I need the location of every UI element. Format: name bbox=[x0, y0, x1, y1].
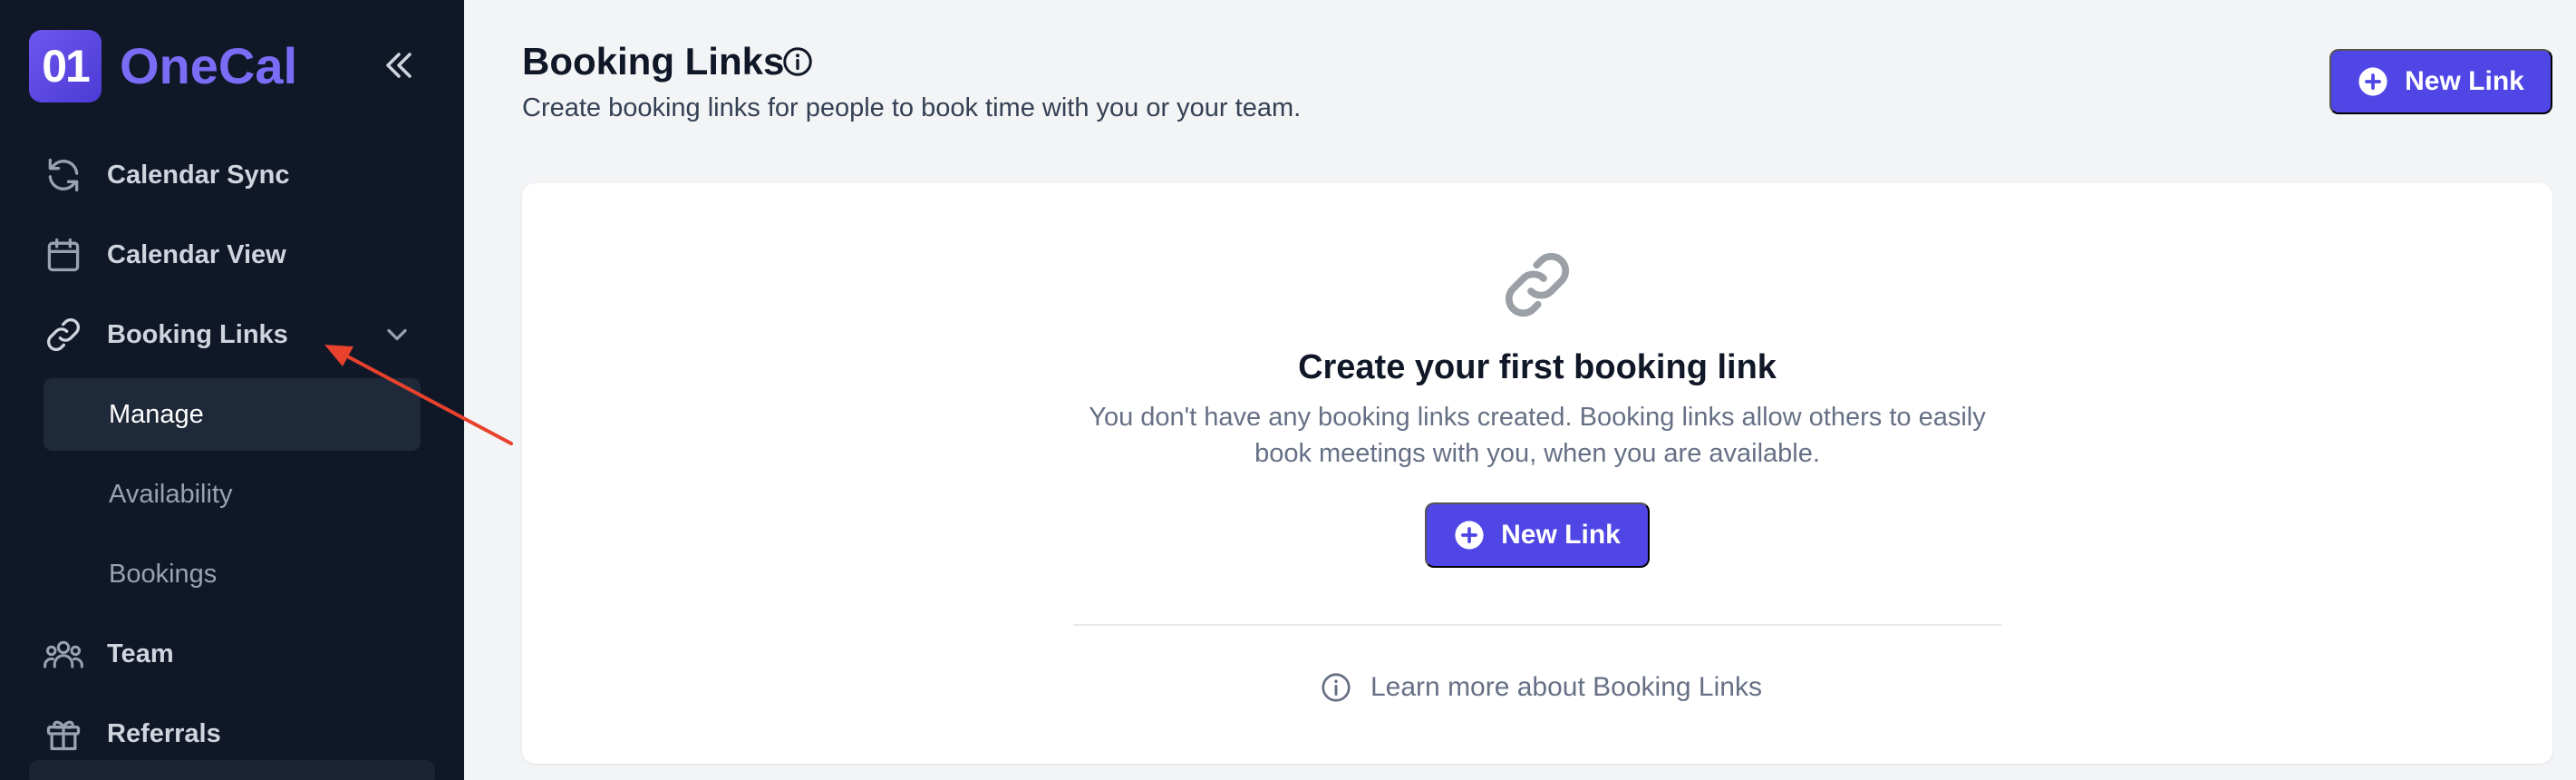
sidebar-item-booking-links[interactable]: Booking Links bbox=[29, 298, 421, 371]
page-title: Booking Links bbox=[522, 40, 785, 83]
divider bbox=[1073, 624, 2001, 626]
sidebar-item-label: Team bbox=[107, 639, 174, 668]
empty-state-button-label: New Link bbox=[1501, 520, 1621, 550]
team-icon bbox=[38, 629, 89, 679]
app-logo-text[interactable]: OneCal bbox=[120, 34, 297, 99]
sidebar-subitem-manage[interactable]: Manage bbox=[44, 378, 421, 451]
app-logo-mark[interactable]: 01 bbox=[29, 30, 102, 102]
sidebar-subitem-availability[interactable]: Availability bbox=[44, 458, 421, 531]
sidebar-item-calendar-sync[interactable]: Calendar Sync bbox=[29, 139, 421, 211]
sidebar-item-referrals[interactable]: Referrals bbox=[29, 697, 421, 770]
empty-state-new-link-button[interactable]: New Link bbox=[1425, 502, 1650, 568]
sidebar-item-label: Calendar View bbox=[107, 239, 286, 269]
plus-circle-icon bbox=[1455, 521, 1484, 550]
link-icon bbox=[1505, 252, 1570, 317]
sidebar-subitem-bookings[interactable]: Bookings bbox=[44, 538, 421, 610]
sidebar-item-team[interactable]: Team bbox=[29, 618, 421, 690]
page-subtitle: Create booking links for people to book … bbox=[522, 93, 1302, 122]
sidebar-item-calendar-view[interactable]: Calendar View bbox=[29, 219, 421, 291]
learn-more-label: Learn more about Booking Links bbox=[1370, 672, 1762, 702]
logo-mark-text: 01 bbox=[42, 41, 91, 92]
collapse-sidebar-icon[interactable] bbox=[377, 47, 421, 83]
sidebar-subitem-label: Availability bbox=[109, 479, 233, 509]
learn-more-link[interactable]: Learn more about Booking Links bbox=[1320, 668, 1762, 707]
new-link-button[interactable]: New Link bbox=[2329, 49, 2552, 114]
empty-state-description: You don't have any booking links created… bbox=[1089, 403, 1986, 468]
calendar-icon bbox=[38, 229, 89, 280]
refresh-icon bbox=[38, 150, 89, 200]
info-icon bbox=[1322, 673, 1351, 702]
info-icon[interactable] bbox=[781, 45, 814, 78]
sidebar-item-label: Referrals bbox=[107, 718, 221, 748]
sidebar-item-label: Booking Links bbox=[107, 319, 288, 349]
gift-icon bbox=[38, 708, 89, 759]
chevron-down-icon[interactable] bbox=[381, 318, 413, 351]
link-icon bbox=[38, 309, 89, 360]
sidebar: 01 OneCal Calendar Sync Calendar View Bo… bbox=[0, 0, 464, 780]
new-link-button-label: New Link bbox=[2405, 66, 2524, 96]
sidebar-item-label: Calendar Sync bbox=[107, 160, 290, 190]
empty-state-title: Create your first booking link bbox=[1298, 348, 1777, 386]
plus-circle-icon bbox=[2358, 67, 2387, 96]
sidebar-subitem-label: Manage bbox=[109, 399, 204, 429]
sidebar-subitem-label: Bookings bbox=[109, 559, 218, 589]
sidebar-bottom-panel bbox=[29, 760, 435, 780]
